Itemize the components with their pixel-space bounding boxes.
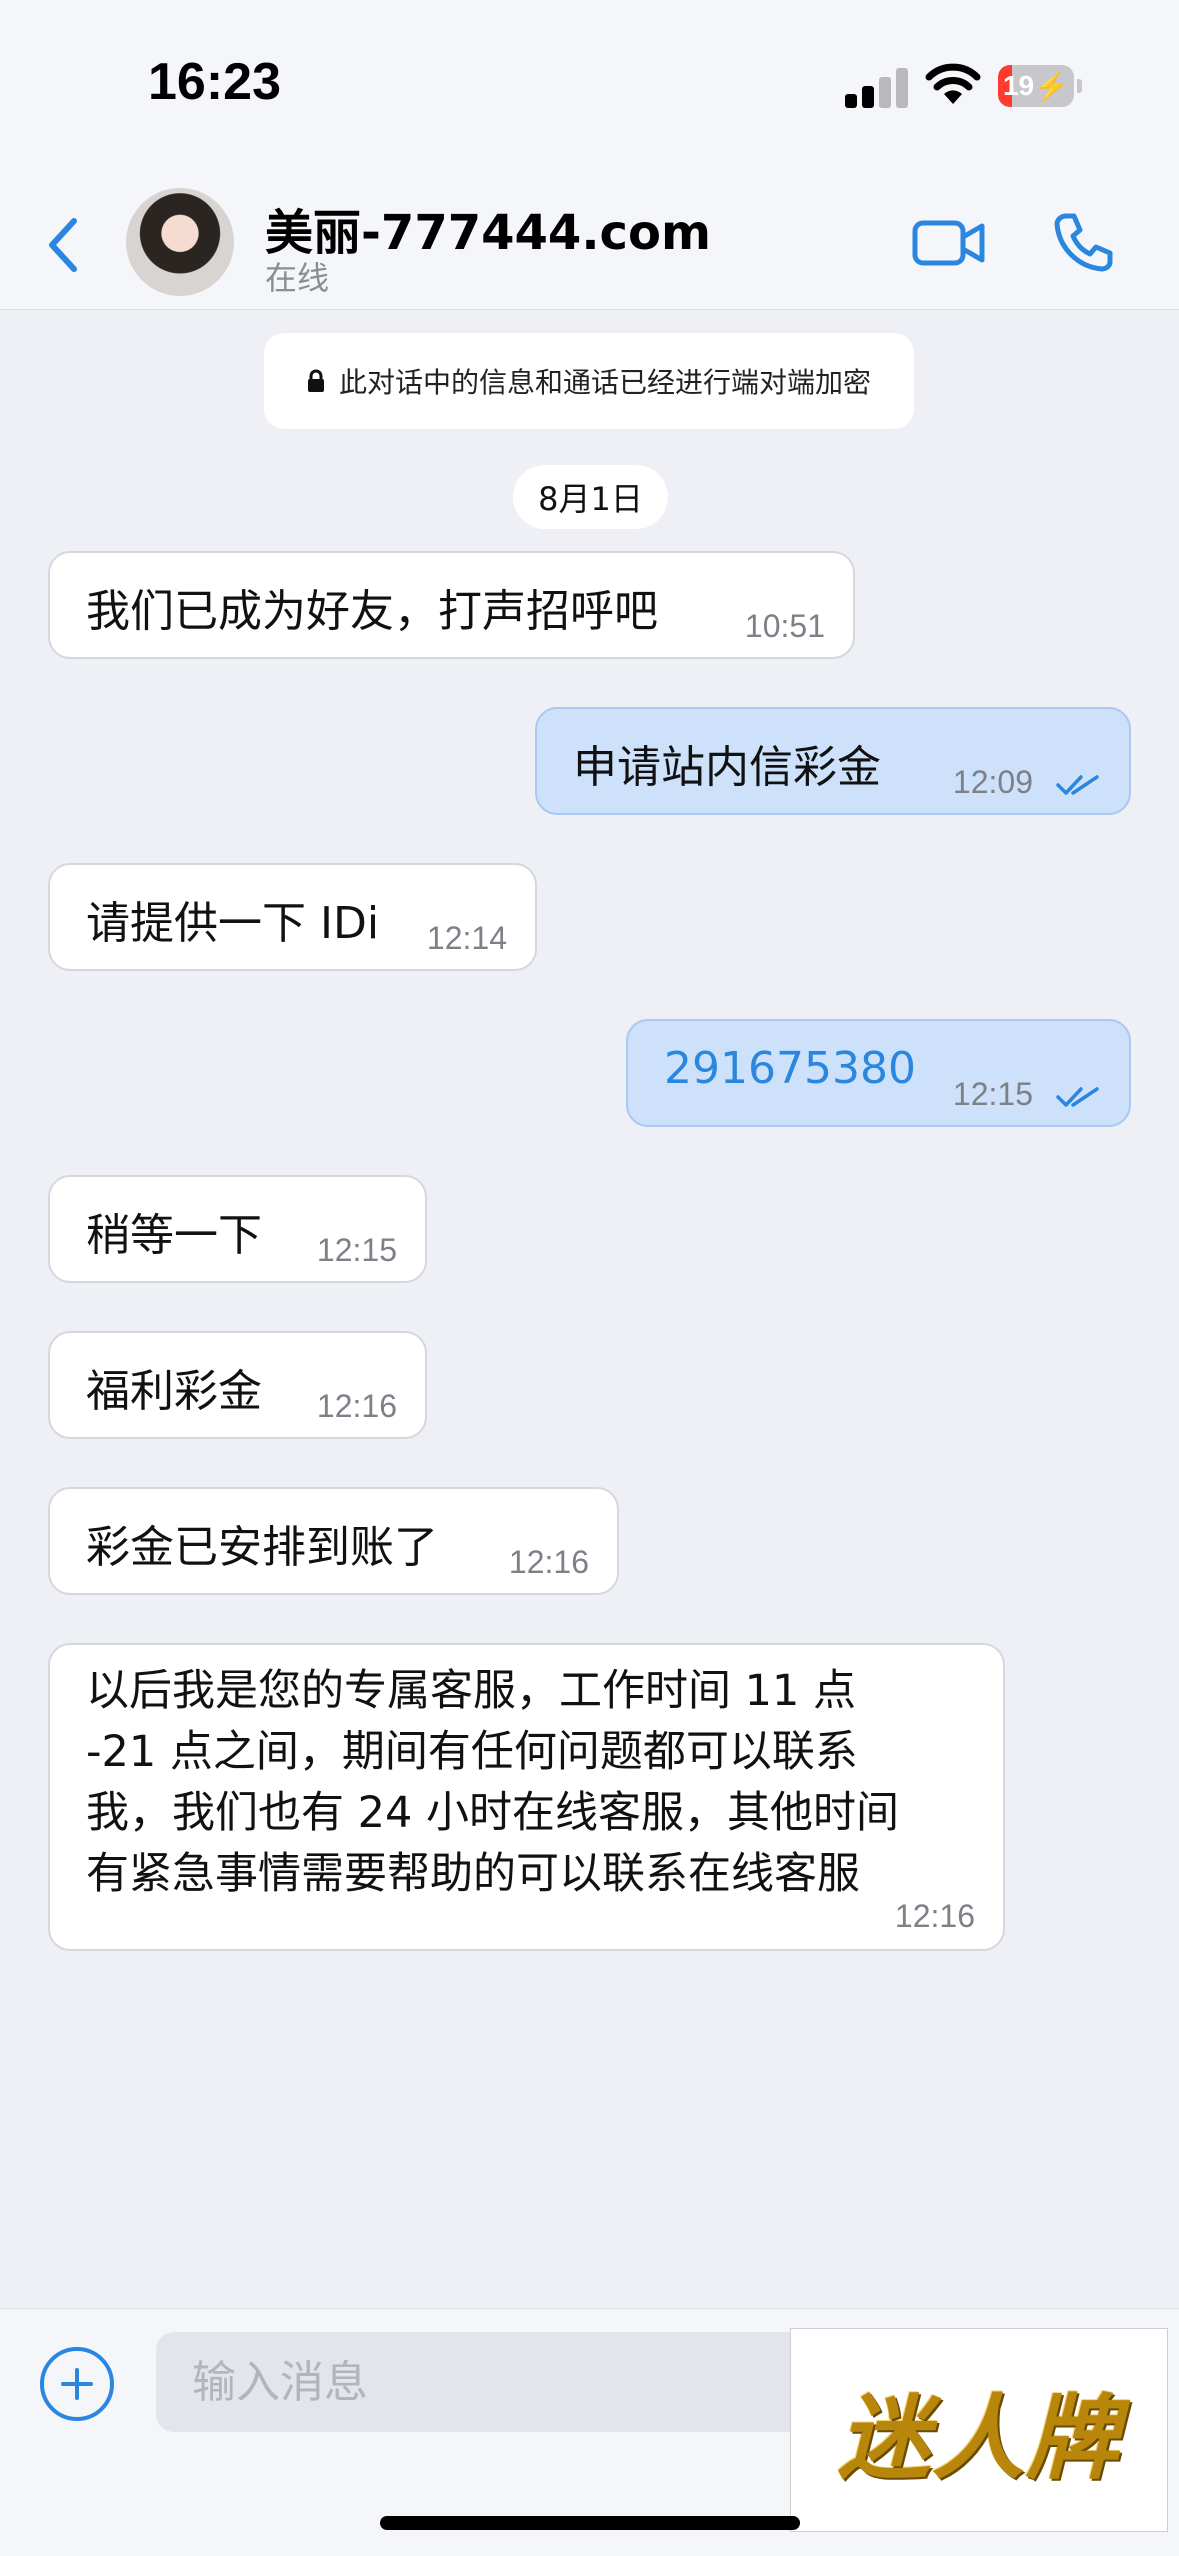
video-camera-icon[interactable] — [912, 215, 986, 271]
date-separator: 8月1日 — [513, 465, 668, 529]
phone-icon[interactable] — [1052, 211, 1114, 273]
message-time: 12:16 — [508, 1544, 589, 1580]
message-bubble-incoming[interactable]: 以后我是您的专属客服，工作时间 11 点 -21 点之间，期间有任何问题都可以联… — [48, 1643, 1005, 1951]
message-text: 以后我是您的专属客服，工作时间 11 点 -21 点之间，期间有任何问题都可以联… — [86, 1661, 1006, 1905]
status-time: 16:23 — [148, 53, 281, 111]
contact-name[interactable]: 美丽-777444.com — [265, 193, 711, 263]
encryption-notice: 此对话中的信息和通话已经进行端对端加密 — [264, 333, 914, 429]
read-receipt-icon — [1056, 1087, 1099, 1107]
contact-avatar[interactable] — [126, 188, 234, 296]
chat-header: 美丽-777444.com 在线 — [0, 175, 1179, 310]
message-time: 12:09 — [952, 764, 1033, 800]
message-text: 请提供一下 IDi — [86, 898, 380, 949]
message-text-line: -21 点之间，期间有任何问题都可以联系 — [86, 1727, 858, 1777]
message-time: 12:16 — [316, 1388, 397, 1424]
message-text: 我们已成为好友，打声招呼吧 — [86, 586, 658, 637]
message-bubble-incoming[interactable]: 稍等一下 12:15 — [48, 1175, 427, 1283]
lock-icon — [307, 369, 324, 392]
battery-icon: 19 ⚡ — [998, 65, 1074, 107]
contact-online-status: 在线 — [265, 259, 330, 297]
battery-nub — [1077, 79, 1082, 93]
message-time: 12:14 — [426, 920, 507, 956]
read-receipt-icon — [1056, 775, 1099, 795]
message-text: 福利彩金 — [86, 1366, 262, 1417]
message-bubble-incoming[interactable]: 我们已成为好友，打声招呼吧 10:51 — [48, 551, 855, 659]
encryption-notice-text: 此对话中的信息和通话已经进行端对端加密 — [338, 366, 871, 399]
status-bar: 16:23 19 ⚡ — [0, 0, 1179, 175]
battery-percent: 19 ⚡ — [1002, 70, 1070, 102]
message-time: 12:16 — [894, 1898, 975, 1934]
add-attachment-icon[interactable] — [40, 2347, 114, 2421]
message-bubble-incoming[interactable]: 福利彩金 12:16 — [48, 1331, 427, 1439]
back-chevron-icon[interactable] — [40, 215, 90, 275]
message-text: 稍等一下 — [86, 1210, 262, 1261]
wifi-icon — [925, 63, 981, 104]
home-indicator[interactable] — [380, 2516, 800, 2530]
message-text-line: 有紧急事情需要帮助的可以联系在线客服 — [86, 1849, 860, 1899]
message-time: 12:15 — [952, 1076, 1033, 1112]
message-bubble-incoming[interactable]: 请提供一下 IDi 12:14 — [48, 863, 537, 971]
message-time: 12:15 — [316, 1232, 397, 1268]
message-text: 申请站内信彩金 — [573, 742, 881, 793]
cellular-signal-icon — [845, 66, 908, 108]
watermark-logo: 迷人牌 — [790, 2328, 1168, 2532]
watermark-text: 迷人牌 — [837, 2383, 1120, 2492]
message-text-line: 我，我们也有 24 小时在线客服，其他时间 — [86, 1788, 900, 1838]
message-time: 10:51 — [744, 608, 825, 644]
message-bubble-outgoing[interactable]: 291675380 12:15 — [626, 1019, 1131, 1127]
message-bubble-incoming[interactable]: 彩金已安排到账了 12:16 — [48, 1487, 619, 1595]
message-text-line: 以后我是您的专属客服，工作时间 11 点 — [86, 1666, 857, 1716]
message-text-link[interactable]: 291675380 — [664, 1043, 916, 1094]
message-text: 彩金已安排到账了 — [86, 1522, 438, 1573]
message-bubble-outgoing[interactable]: 申请站内信彩金 12:09 — [535, 707, 1131, 815]
